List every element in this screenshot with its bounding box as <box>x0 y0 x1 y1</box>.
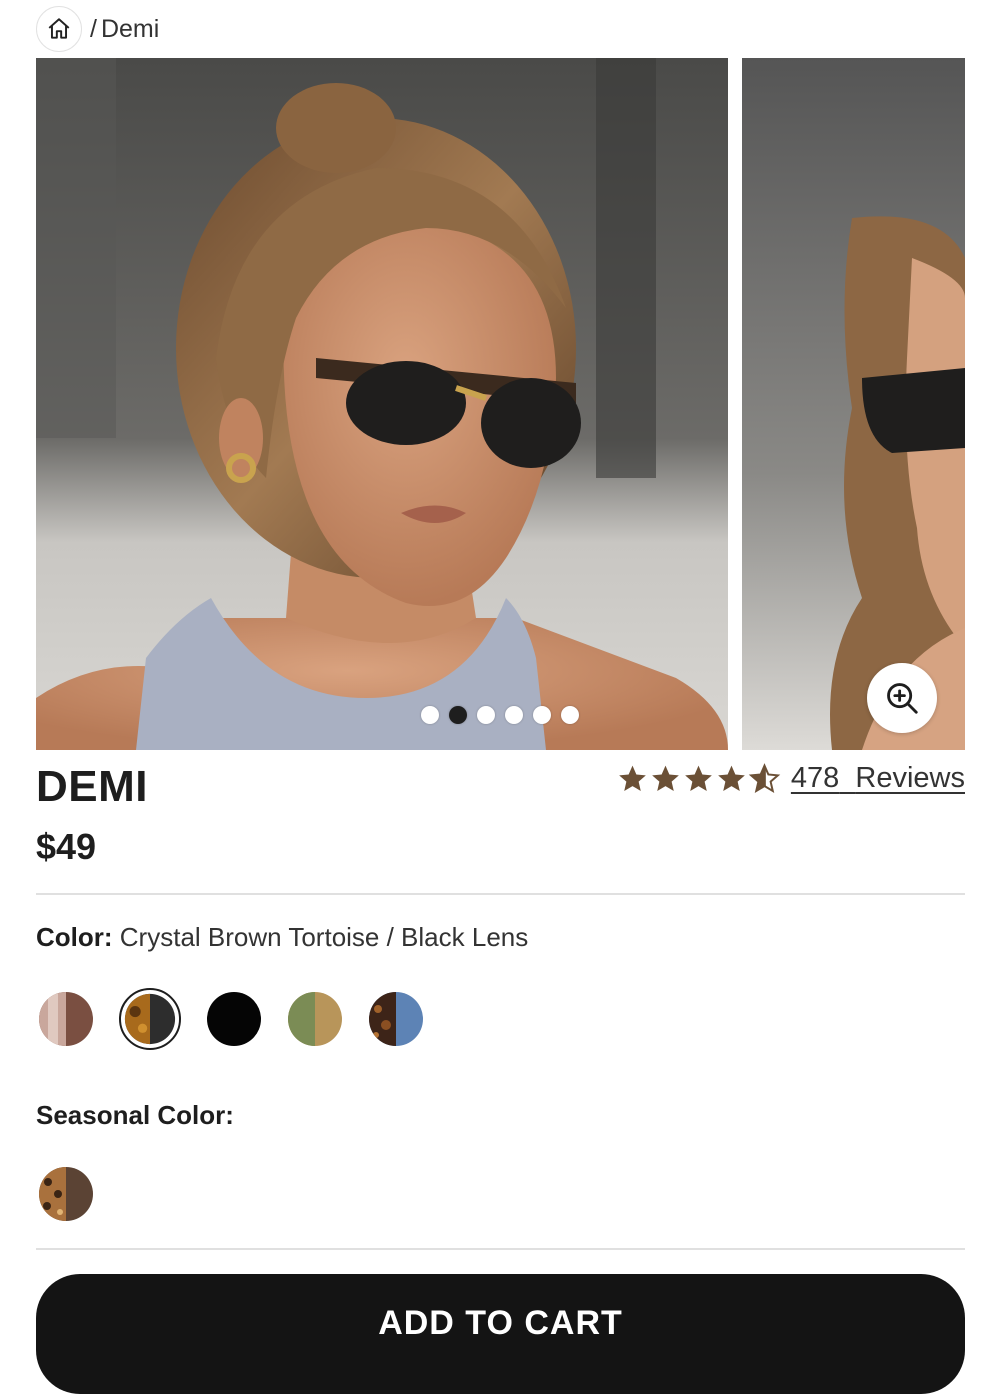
swatch-crystal-brown-tortoise[interactable] <box>119 988 181 1050</box>
swatch-rose-brown[interactable] <box>38 991 94 1047</box>
product-price: $49 <box>36 826 97 867</box>
star-icon <box>718 765 745 791</box>
swatch-tortoise-blue[interactable] <box>368 991 424 1047</box>
carousel-pagination <box>421 706 579 724</box>
divider <box>36 893 965 895</box>
carousel-dot[interactable] <box>477 706 495 724</box>
review-label: Reviews <box>855 762 965 794</box>
zoom-button[interactable] <box>867 663 937 733</box>
product-rating[interactable]: 478 Reviews <box>616 762 965 795</box>
color-label: Color: <box>36 922 113 952</box>
carousel-dot[interactable] <box>561 706 579 724</box>
star-icon <box>685 765 712 791</box>
reviews-link[interactable]: 478 Reviews <box>791 762 965 795</box>
model-photo-side <box>742 58 965 750</box>
seasonal-swatches <box>38 1166 94 1222</box>
swatch-olive-gold[interactable] <box>287 991 343 1047</box>
home-button[interactable] <box>36 6 82 52</box>
home-icon <box>48 18 70 39</box>
color-selection: Color: Crystal Brown Tortoise / Black Le… <box>36 922 528 953</box>
review-count: 478 <box>790 762 840 794</box>
star-half-icon <box>748 762 781 793</box>
breadcrumb: / Demi <box>36 6 159 52</box>
carousel-dot-active[interactable] <box>449 706 467 724</box>
breadcrumb-current: Demi <box>100 14 160 43</box>
color-value: Crystal Brown Tortoise / Black Lens <box>119 922 529 952</box>
zoom-in-icon <box>887 683 918 714</box>
star-icon <box>619 765 646 791</box>
product-title: DEMI <box>36 762 148 811</box>
product-image-gallery[interactable] <box>36 58 965 750</box>
product-image-main[interactable] <box>36 58 728 750</box>
star-rating <box>616 762 781 795</box>
color-swatches <box>38 988 424 1050</box>
carousel-dot[interactable] <box>505 706 523 724</box>
carousel-dot[interactable] <box>533 706 551 724</box>
swatch-leopard-brown[interactable] <box>38 1166 94 1222</box>
model-photo <box>36 58 728 750</box>
breadcrumb-separator: / <box>90 14 97 43</box>
carousel-dot[interactable] <box>421 706 439 724</box>
product-image-next[interactable] <box>742 58 965 750</box>
seasonal-color-label: Seasonal Color: <box>36 1100 234 1130</box>
star-icon <box>652 765 679 791</box>
add-to-cart-button[interactable]: ADD TO CART <box>36 1274 965 1394</box>
swatch-black[interactable] <box>206 991 262 1047</box>
divider <box>36 1248 965 1250</box>
